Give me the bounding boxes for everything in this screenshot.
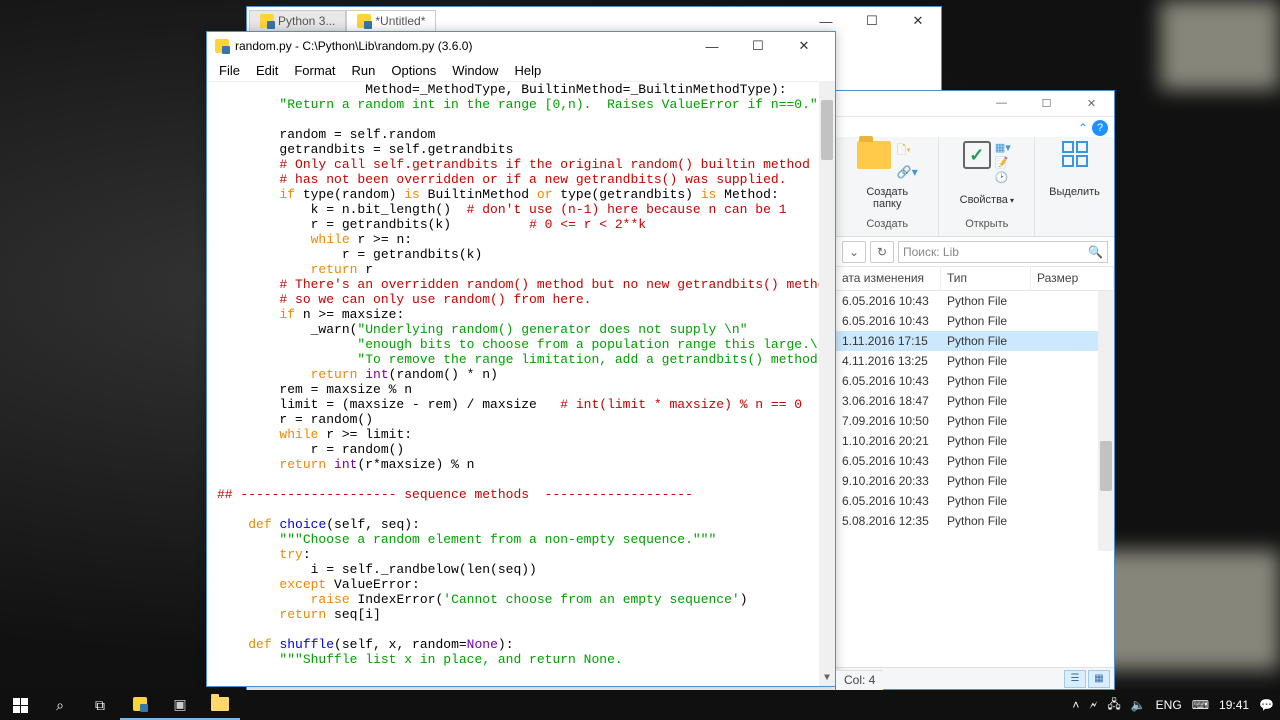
- ribbon-group-create: 🗋▾ 🔗▾ Создать папку Создать: [836, 137, 939, 236]
- new-folder-icon[interactable]: [857, 141, 891, 169]
- taskbar-app-idle[interactable]: [120, 690, 160, 720]
- easy-access-icon[interactable]: 🔗▾: [897, 165, 918, 179]
- python-icon: [215, 39, 229, 53]
- view-icons-button[interactable]: ▦: [1088, 670, 1110, 688]
- view-details-button[interactable]: ☰: [1064, 670, 1086, 688]
- status-col-alt: Col: 4: [836, 670, 883, 690]
- table-row[interactable]: 5.08.2016 12:35Python File1: [836, 511, 1114, 531]
- new-item-icon[interactable]: 🗋▾: [897, 141, 918, 162]
- scrollbar-thumb[interactable]: [821, 100, 833, 160]
- menu-edit[interactable]: Edit: [248, 61, 286, 80]
- header-type[interactable]: Тип: [941, 267, 1031, 290]
- file-explorer-window: — ☐ ✕ ⌃ ? 🗋▾ 🔗▾ Создать папку Создать ✓ …: [835, 90, 1115, 690]
- scrollbar[interactable]: ▲ ▼: [819, 82, 835, 686]
- tray-volume-icon[interactable]: 🔈: [1131, 698, 1146, 712]
- ribbon-collapse-icon[interactable]: ⌃: [1078, 121, 1088, 135]
- table-row[interactable]: 3.06.2016 18:47Python File: [836, 391, 1114, 411]
- minimize-button[interactable]: —: [689, 33, 735, 59]
- search-button[interactable]: ⌕: [40, 690, 80, 720]
- tray-up-icon[interactable]: ˄: [1072, 698, 1079, 712]
- menu-window[interactable]: Window: [444, 61, 506, 80]
- ribbon-group-select: Выделить: [1035, 137, 1114, 236]
- open-icon[interactable]: ▦▾: [995, 141, 1011, 154]
- taskbar: ⌕ ⧉ ▣ ˄ 🗲 🖧 🔈 ENG ⌨ 19:41 💬: [0, 690, 1280, 720]
- ribbon-label: Свойства: [960, 194, 1008, 206]
- table-row[interactable]: 6.05.2016 10:43Python File: [836, 371, 1114, 391]
- search-placeholder: Поиск: Lib: [903, 245, 959, 259]
- taskbar-app-explorer[interactable]: [200, 690, 240, 720]
- menu-help[interactable]: Help: [506, 61, 549, 80]
- menu-options[interactable]: Options: [383, 61, 444, 80]
- start-button[interactable]: [0, 690, 40, 720]
- task-view-button[interactable]: ⧉: [80, 690, 120, 720]
- file-list: 6.05.2016 10:43Python File6.05.2016 10:4…: [836, 291, 1114, 551]
- ribbon-footer: Создать: [866, 216, 908, 232]
- maximize-button[interactable]: ☐: [1024, 91, 1069, 115]
- idle-editor-window: random.py - C:\Python\Lib\random.py (3.6…: [206, 31, 836, 687]
- column-headers[interactable]: ата изменения Тип Размер: [836, 267, 1114, 291]
- tray-lang[interactable]: ENG: [1156, 698, 1182, 712]
- ribbon-footer: Открыть: [965, 216, 1008, 232]
- tab-python3[interactable]: Python 3...: [249, 10, 346, 32]
- select-all-icon[interactable]: [1062, 141, 1088, 167]
- table-row[interactable]: 7.09.2016 10:50Python File1: [836, 411, 1114, 431]
- menu-file[interactable]: File: [211, 61, 248, 80]
- python-icon: [260, 14, 274, 28]
- table-row[interactable]: 1.11.2016 17:15Python File2: [836, 331, 1114, 351]
- address-dropdown[interactable]: ⌄: [842, 241, 866, 263]
- taskbar-app-console[interactable]: ▣: [160, 690, 200, 720]
- ribbon-label: Выделить: [1049, 186, 1100, 198]
- tray-network-icon[interactable]: 🖧: [1107, 695, 1120, 716]
- tray-time[interactable]: 19:41: [1219, 698, 1249, 712]
- maximize-button[interactable]: ☐: [735, 33, 781, 59]
- header-size[interactable]: Размер: [1031, 267, 1114, 290]
- edit-icon[interactable]: 📝: [995, 156, 1011, 169]
- close-button[interactable]: ✕: [895, 8, 941, 34]
- properties-icon[interactable]: ✓: [963, 141, 991, 169]
- tab-untitled[interactable]: *Untitled*: [346, 10, 436, 32]
- minimize-button[interactable]: —: [979, 91, 1024, 115]
- tab-label: *Untitled*: [375, 14, 425, 28]
- window-title: random.py - C:\Python\Lib\random.py (3.6…: [235, 39, 472, 53]
- history-icon[interactable]: 🕑: [995, 171, 1011, 184]
- code-editor[interactable]: Method=_MethodType, BuiltinMethod=_Built…: [207, 82, 835, 686]
- tray-keyboard-icon[interactable]: ⌨: [1192, 698, 1209, 712]
- close-button[interactable]: ✕: [781, 33, 827, 59]
- header-date[interactable]: ата изменения: [836, 267, 941, 290]
- ribbon-group-open: ✓ ▦▾ 📝 🕑 Свойства▾ Открыть: [939, 137, 1035, 236]
- tray-notifications-icon[interactable]: 💬: [1259, 698, 1274, 712]
- search-icon: 🔍: [1088, 245, 1103, 259]
- tab-label: Python 3...: [278, 14, 335, 28]
- ribbon-label: Создать папку: [866, 186, 908, 210]
- table-row[interactable]: 6.05.2016 10:43Python File: [836, 451, 1114, 471]
- menu-bar: File Edit Format Run Options Window Help: [207, 60, 835, 82]
- table-row[interactable]: 4.11.2016 13:25Python File1: [836, 351, 1114, 371]
- help-icon[interactable]: ?: [1092, 120, 1108, 136]
- python-icon: [357, 14, 371, 28]
- table-row[interactable]: 6.05.2016 10:43Python File: [836, 311, 1114, 331]
- search-input[interactable]: Поиск: Lib 🔍: [898, 241, 1108, 263]
- refresh-button[interactable]: ↻: [870, 241, 894, 263]
- table-row[interactable]: 6.05.2016 10:43Python File: [836, 291, 1114, 311]
- close-button[interactable]: ✕: [1069, 91, 1114, 115]
- table-row[interactable]: 9.10.2016 20:33Python File1: [836, 471, 1114, 491]
- menu-run[interactable]: Run: [344, 61, 384, 80]
- scrollbar[interactable]: [1098, 291, 1114, 551]
- scroll-down-icon[interactable]: ▼: [819, 670, 835, 686]
- scrollbar-thumb[interactable]: [1100, 441, 1112, 491]
- maximize-button[interactable]: ☐: [849, 8, 895, 34]
- menu-format[interactable]: Format: [286, 61, 343, 80]
- table-row[interactable]: 6.05.2016 10:43Python File: [836, 491, 1114, 511]
- tray-battery-icon[interactable]: 🗲: [1089, 698, 1097, 713]
- table-row[interactable]: 1.10.2016 20:21Python File: [836, 431, 1114, 451]
